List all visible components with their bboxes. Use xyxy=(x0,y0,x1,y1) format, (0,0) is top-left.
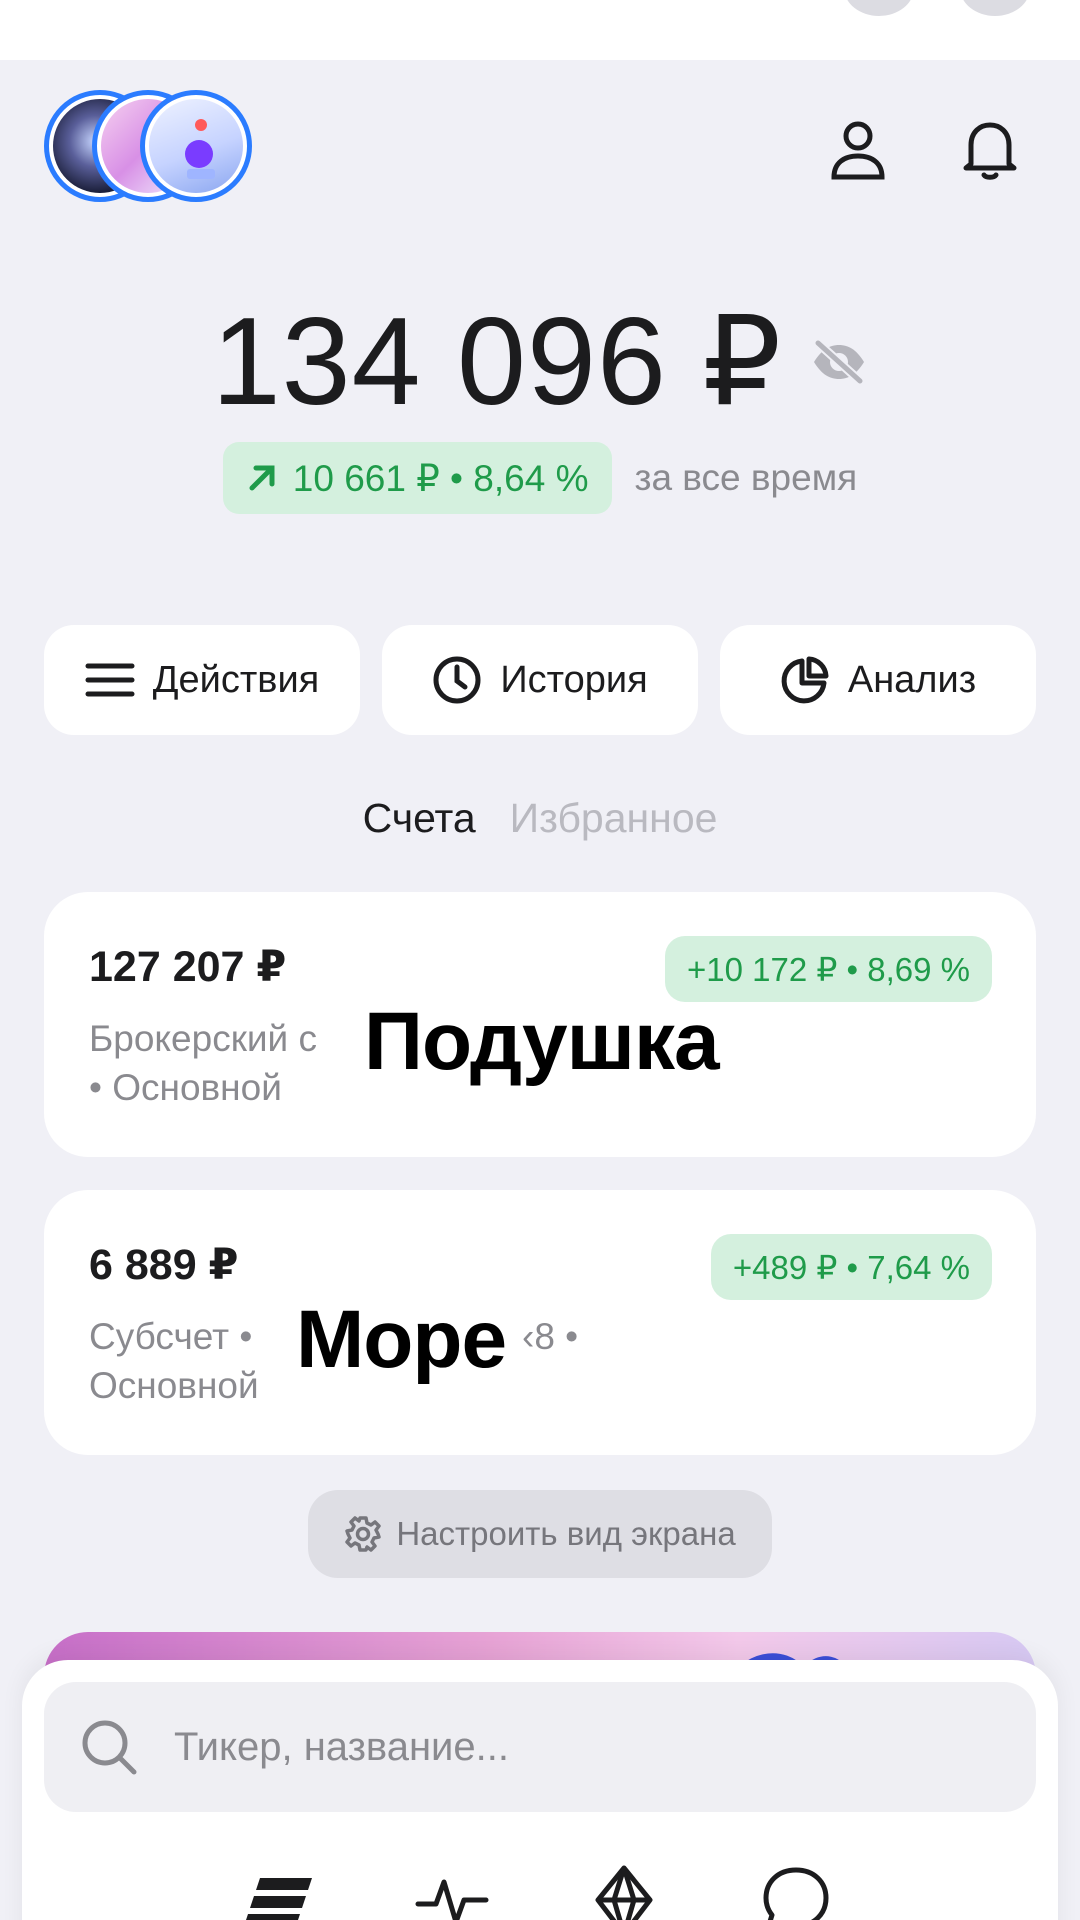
menu-icon xyxy=(85,663,135,697)
stories-stack[interactable] xyxy=(44,90,254,202)
account-subtitle: • Основной xyxy=(89,1067,282,1108)
actions-button[interactable]: Действия xyxy=(44,625,360,735)
search-input[interactable] xyxy=(174,1724,974,1770)
chat-tab-icon[interactable] xyxy=(756,1860,836,1920)
account-gain-badge: +10 172 ₽ • 8,69 % xyxy=(665,936,992,1002)
account-name-overlay: Море xyxy=(296,1294,507,1385)
account-gain-badge: +489 ₽ • 7,64 % xyxy=(710,1234,992,1300)
history-button[interactable]: История xyxy=(382,625,698,735)
total-balance: 134 096 ₽ xyxy=(211,293,783,431)
account-type: Субсчет • xyxy=(89,1316,253,1357)
tab-accounts[interactable]: Счета xyxy=(363,795,476,842)
pie-chart-icon xyxy=(781,656,829,704)
balance-change-row: 10 661 ₽ • 8,64 % за все время xyxy=(0,442,1080,514)
partial-button xyxy=(960,0,1030,16)
account-name-overlay: Подушка xyxy=(364,996,720,1087)
person-icon xyxy=(831,121,885,180)
status-strip xyxy=(0,0,1080,60)
actions-button-label: Действия xyxy=(152,658,320,701)
customize-screen-label: Настроить вид экрана xyxy=(396,1515,736,1552)
eye-off-icon[interactable] xyxy=(810,339,868,385)
analysis-button[interactable]: Анализ xyxy=(720,625,1036,735)
account-type: Брокерский с xyxy=(89,1018,317,1059)
quick-actions: Действия История Анализ xyxy=(44,625,1036,735)
header xyxy=(0,60,1080,240)
search-bar[interactable] xyxy=(44,1682,1036,1812)
balance-change-value: 10 661 ₽ • 8,64 % xyxy=(292,457,589,499)
profile-button[interactable] xyxy=(820,112,896,188)
market-pulse-tab-icon[interactable] xyxy=(412,1860,492,1920)
account-card[interactable]: 127 207 ₽ +10 172 ₽ • 8,69 % Брокерский … xyxy=(44,892,1036,1157)
arrow-up-right-icon xyxy=(249,465,275,491)
diamond-tab-icon[interactable] xyxy=(584,1860,664,1920)
balance-change-badge[interactable]: 10 661 ₽ • 8,64 % xyxy=(222,442,613,514)
bottom-tab-bar xyxy=(22,1860,1058,1920)
search-icon xyxy=(82,1720,137,1775)
tab-favorites[interactable]: Избранное xyxy=(510,795,718,842)
portfolio-balance: 134 096 ₽ xyxy=(0,290,1080,434)
accounts-tabs: Счета Избранное xyxy=(0,795,1080,842)
balance-change-caption: за все время xyxy=(634,457,858,498)
history-button-label: История xyxy=(500,658,648,701)
bell-icon xyxy=(963,122,1017,180)
customize-screen-button[interactable]: Настроить вид экрана xyxy=(308,1490,772,1578)
account-sum: 6 889 ₽ xyxy=(89,1241,239,1289)
portfolio-tab-icon[interactable] xyxy=(240,1860,320,1920)
story-avatar[interactable] xyxy=(140,90,252,202)
clock-icon xyxy=(433,656,481,704)
account-type-tail: ‹8 • xyxy=(522,1316,579,1357)
bottom-sheet xyxy=(22,1660,1058,1920)
account-card[interactable]: 6 889 ₽ +489 ₽ • 7,64 % Субсчет • ‹8 • О… xyxy=(44,1190,1036,1455)
notifications-button[interactable] xyxy=(952,112,1028,188)
partial-button xyxy=(844,0,914,16)
account-subtitle: Основной xyxy=(89,1365,259,1406)
gear-icon xyxy=(345,1516,382,1552)
account-sum: 127 207 ₽ xyxy=(89,943,287,991)
analysis-button-label: Анализ xyxy=(847,658,977,701)
